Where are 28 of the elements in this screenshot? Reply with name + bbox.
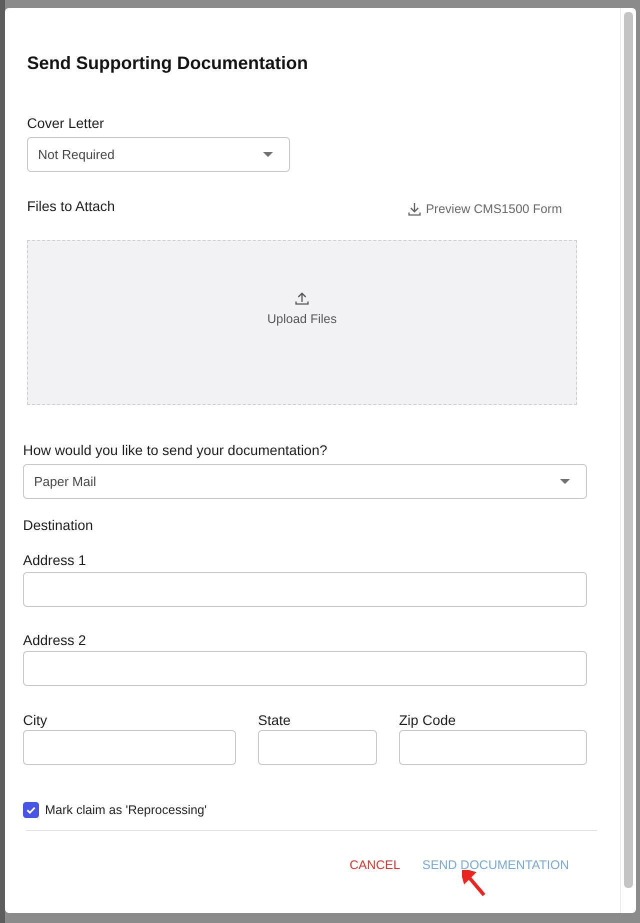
field-label: How would you like to send your documentation? xyxy=(23,441,328,459)
scrollbar-thumb[interactable] xyxy=(624,12,633,888)
input-field[interactable] xyxy=(23,651,587,686)
input-field[interactable] xyxy=(23,730,236,765)
field-label: Cover Letter xyxy=(27,114,106,132)
preview-form-link[interactable]: Preview CMS1500 Form xyxy=(408,201,562,217)
field-label: Zip Code xyxy=(399,711,457,729)
input-field[interactable] xyxy=(399,730,587,765)
field-label: Address 2 xyxy=(23,631,88,649)
caret-icon xyxy=(560,479,570,484)
cover-letter-select[interactable]: Not Required xyxy=(27,137,290,172)
section-label: Files to Attach xyxy=(27,197,115,215)
annotation-arrow xyxy=(462,870,486,897)
cancel-button[interactable]: CANCEL xyxy=(342,850,408,880)
delivery-method-select[interactable]: Paper Mail xyxy=(23,464,587,499)
field-label: State xyxy=(258,711,292,729)
checkbox-label: Mark claim as 'Reprocessing' xyxy=(45,802,207,818)
field-label: City xyxy=(23,711,48,729)
upload-dropzone[interactable]: Upload Files xyxy=(27,240,577,405)
field-label: Address 1 xyxy=(23,551,88,569)
caret-icon xyxy=(263,152,273,157)
input-field[interactable] xyxy=(258,730,377,765)
section-label: Destination xyxy=(23,516,94,534)
dialog-title: Send Supporting Documentation xyxy=(27,52,309,74)
input-field[interactable] xyxy=(23,572,587,607)
upload-icon xyxy=(295,292,309,305)
checkbox[interactable] xyxy=(23,802,39,818)
download-icon xyxy=(408,202,421,216)
